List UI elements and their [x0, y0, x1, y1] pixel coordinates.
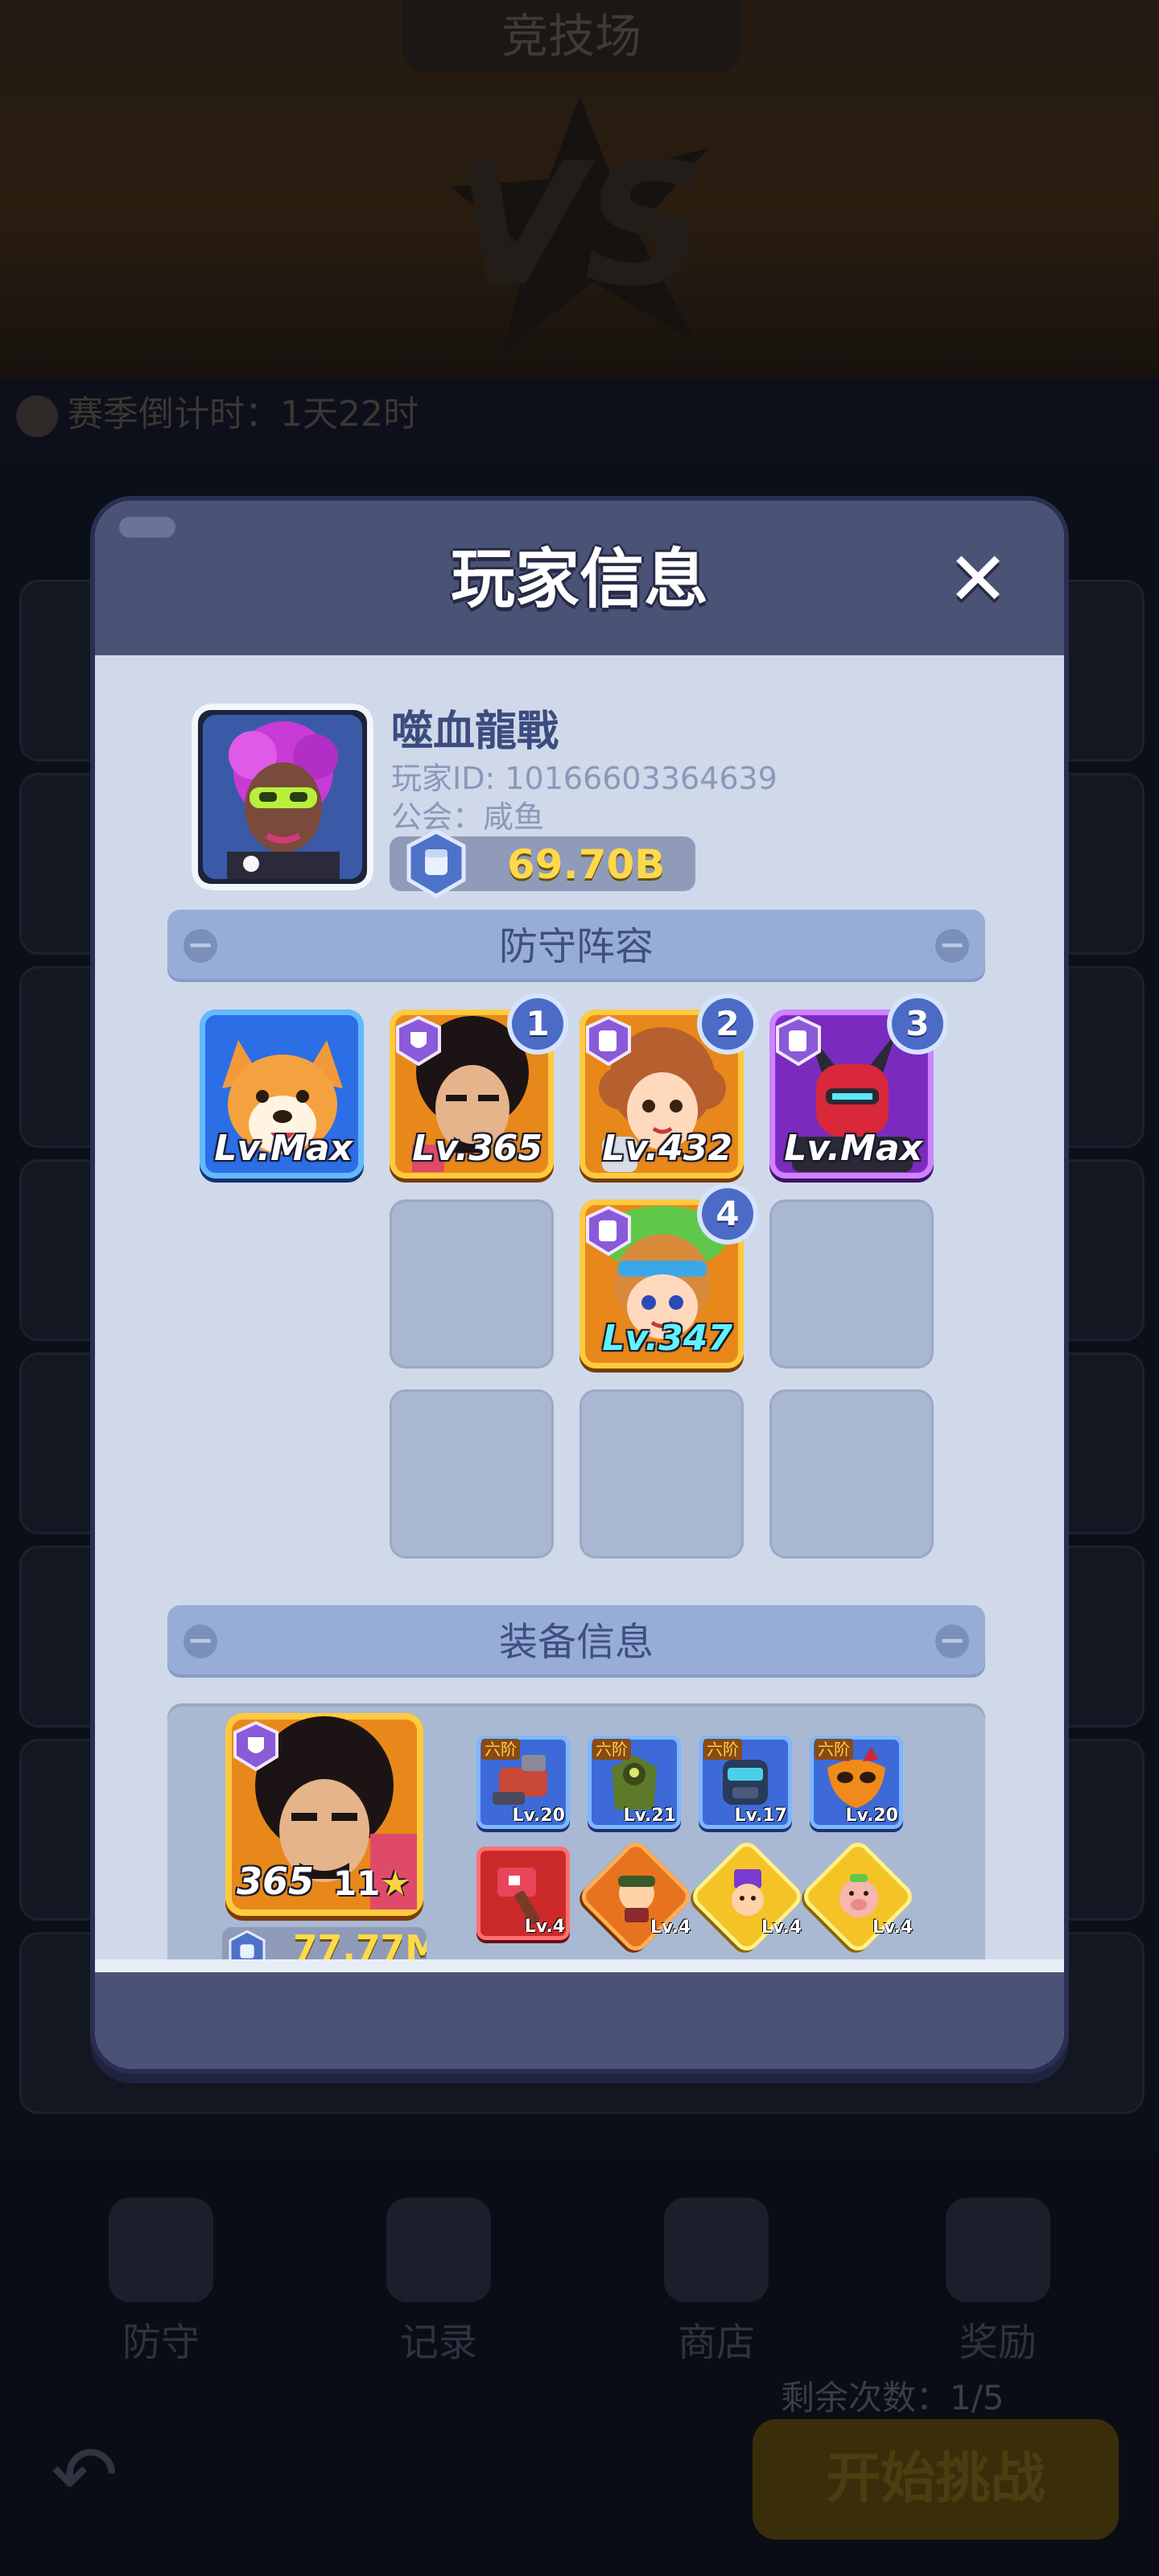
accessory-level: Lv.4 — [761, 1918, 802, 1938]
player-id: 玩家ID: 10166603364639 — [391, 753, 777, 798]
avatar-art — [203, 715, 362, 879]
empty-hero-slot[interactable] — [390, 1389, 554, 1558]
avatar — [192, 704, 373, 890]
gear-slot-helmet[interactable]: 六阶 Lv.20 — [810, 1736, 903, 1829]
modal-title: 玩家信息 — [451, 542, 708, 617]
nav-records-label: 记录 — [399, 2320, 477, 2365]
star-count: 11 — [332, 1864, 381, 1903]
slot-number-badge: 4 — [702, 1188, 753, 1240]
combat-power-value: 69.70B — [507, 841, 666, 888]
star-icon: ★ — [380, 1864, 410, 1903]
gear-level: Lv.20 — [512, 1806, 565, 1826]
combat-power: 69.70B — [390, 830, 695, 898]
defense-lineup-title: 防守阵容 — [498, 924, 654, 969]
nav-defense-label: 防守 — [122, 2320, 200, 2365]
back-arrow-icon[interactable]: ↶ — [32, 2431, 137, 2520]
accessory-level: Lv.4 — [872, 1918, 914, 1938]
gear-level: Lv.17 — [734, 1806, 787, 1826]
slot-number-badge: 2 — [702, 998, 753, 1050]
player-name: 噬血龍戰 — [391, 708, 559, 756]
equipped-hero-power: 77.77M — [222, 1927, 427, 1959]
footer-divider — [95, 1959, 1064, 1972]
gear-tier: 六阶 — [481, 1739, 520, 1760]
gear-level: Lv.21 — [623, 1806, 676, 1826]
modal-footer — [95, 1972, 1064, 2069]
empty-hero-slot[interactable] — [580, 1389, 744, 1558]
gear-slot-armor[interactable]: 六阶 Lv.21 — [588, 1736, 681, 1829]
nav-rewards-label: 奖励 — [959, 2320, 1037, 2365]
slot-number-badge: 3 — [892, 998, 943, 1050]
avatar-portrait — [203, 715, 362, 879]
gift-icon — [946, 2198, 1050, 2302]
accessory-level: Lv.4 — [524, 1917, 565, 1937]
minus-icon: − — [935, 929, 969, 963]
hero-level: Lv.432 — [602, 1128, 732, 1169]
gear-slot-weapon[interactable]: 六阶 Lv.20 — [476, 1736, 570, 1829]
player-id-label: 玩家ID: — [391, 761, 496, 796]
nav-records[interactable]: 记录 — [358, 2198, 519, 2365]
shop-icon — [664, 2198, 769, 2302]
season-countdown-value: 1天22时 — [280, 394, 419, 435]
gear-tier: 六阶 — [592, 1739, 631, 1760]
accessory-slot-1[interactable]: Lv.4 — [476, 1847, 570, 1940]
shield-type-icon — [396, 1016, 441, 1066]
equipment-info-header: − 装备信息 − — [167, 1605, 985, 1678]
puzzle-type-icon — [586, 1206, 631, 1256]
close-icon[interactable]: ✕ — [944, 543, 1012, 617]
puzzle-type-icon — [586, 1016, 631, 1066]
equipped-hero-stars: 11★ — [333, 1864, 410, 1903]
equipped-hero-power-value: 77.77M — [293, 1928, 427, 1959]
vs-text: VS — [453, 126, 706, 324]
start-challenge-button[interactable]: 开始挑战 — [753, 2419, 1119, 2540]
season-countdown: 赛季倒计时：1天22时 — [16, 386, 419, 443]
equipped-hero-card[interactable]: 365 11★ — [225, 1713, 423, 1916]
clock-icon — [16, 395, 58, 437]
nav-rewards[interactable]: 奖励 — [918, 2198, 1079, 2365]
remaining-attempts: 剩余次数：1/5 — [781, 2371, 1004, 2420]
puzzle-type-icon — [776, 1016, 821, 1066]
gear-tier: 六阶 — [703, 1739, 742, 1760]
remaining-value: 1/5 — [950, 2378, 1004, 2417]
player-id-value: 10166603364639 — [505, 761, 777, 796]
season-countdown-label: 赛季倒计时： — [68, 394, 280, 435]
nav-shop-label: 商店 — [677, 2320, 755, 2365]
hero-level: Lv.Max — [214, 1128, 353, 1169]
empty-hero-slot[interactable] — [390, 1199, 554, 1368]
shield-type-icon — [233, 1721, 278, 1771]
equipped-hero-level: 365 — [237, 1860, 315, 1903]
accessory-level: Lv.4 — [650, 1918, 691, 1938]
gear-tier: 六阶 — [815, 1739, 853, 1760]
hero-level: Lv.365 — [412, 1128, 542, 1169]
power-fist-icon — [229, 1930, 266, 1959]
modal-header: 玩家信息 ✕ — [95, 501, 1064, 655]
shield-icon — [109, 2198, 213, 2302]
remaining-label: 剩余次数： — [781, 2378, 951, 2417]
defense-lineup-header: − 防守阵容 − — [167, 910, 985, 982]
record-icon — [386, 2198, 491, 2302]
hero-level: Lv.Max — [784, 1128, 922, 1169]
player-info-modal: 玩家信息 ✕ 噬血龍戰 玩家ID: 10166603364639 公会：咸鱼 6… — [95, 501, 1064, 2069]
hero-level: Lv.347 — [602, 1318, 732, 1359]
arena-title: 竞技场 — [402, 0, 740, 72]
hero-slot-leader[interactable]: Lv.Max — [200, 1009, 364, 1179]
guild-value: 咸鱼 — [483, 799, 545, 835]
nav-defense[interactable]: 防守 — [80, 2198, 241, 2365]
slot-number-badge: 1 — [512, 998, 563, 1050]
empty-hero-slot[interactable] — [769, 1199, 934, 1368]
gear-level: Lv.20 — [845, 1806, 898, 1826]
empty-hero-slot[interactable] — [769, 1389, 934, 1558]
power-fist-icon — [406, 830, 466, 898]
equipment-info-title: 装备信息 — [498, 1620, 654, 1665]
minus-icon: − — [935, 1624, 969, 1658]
nav-shop[interactable]: 商店 — [636, 2198, 797, 2365]
gear-slot-gloves[interactable]: 六阶 Lv.17 — [699, 1736, 792, 1829]
